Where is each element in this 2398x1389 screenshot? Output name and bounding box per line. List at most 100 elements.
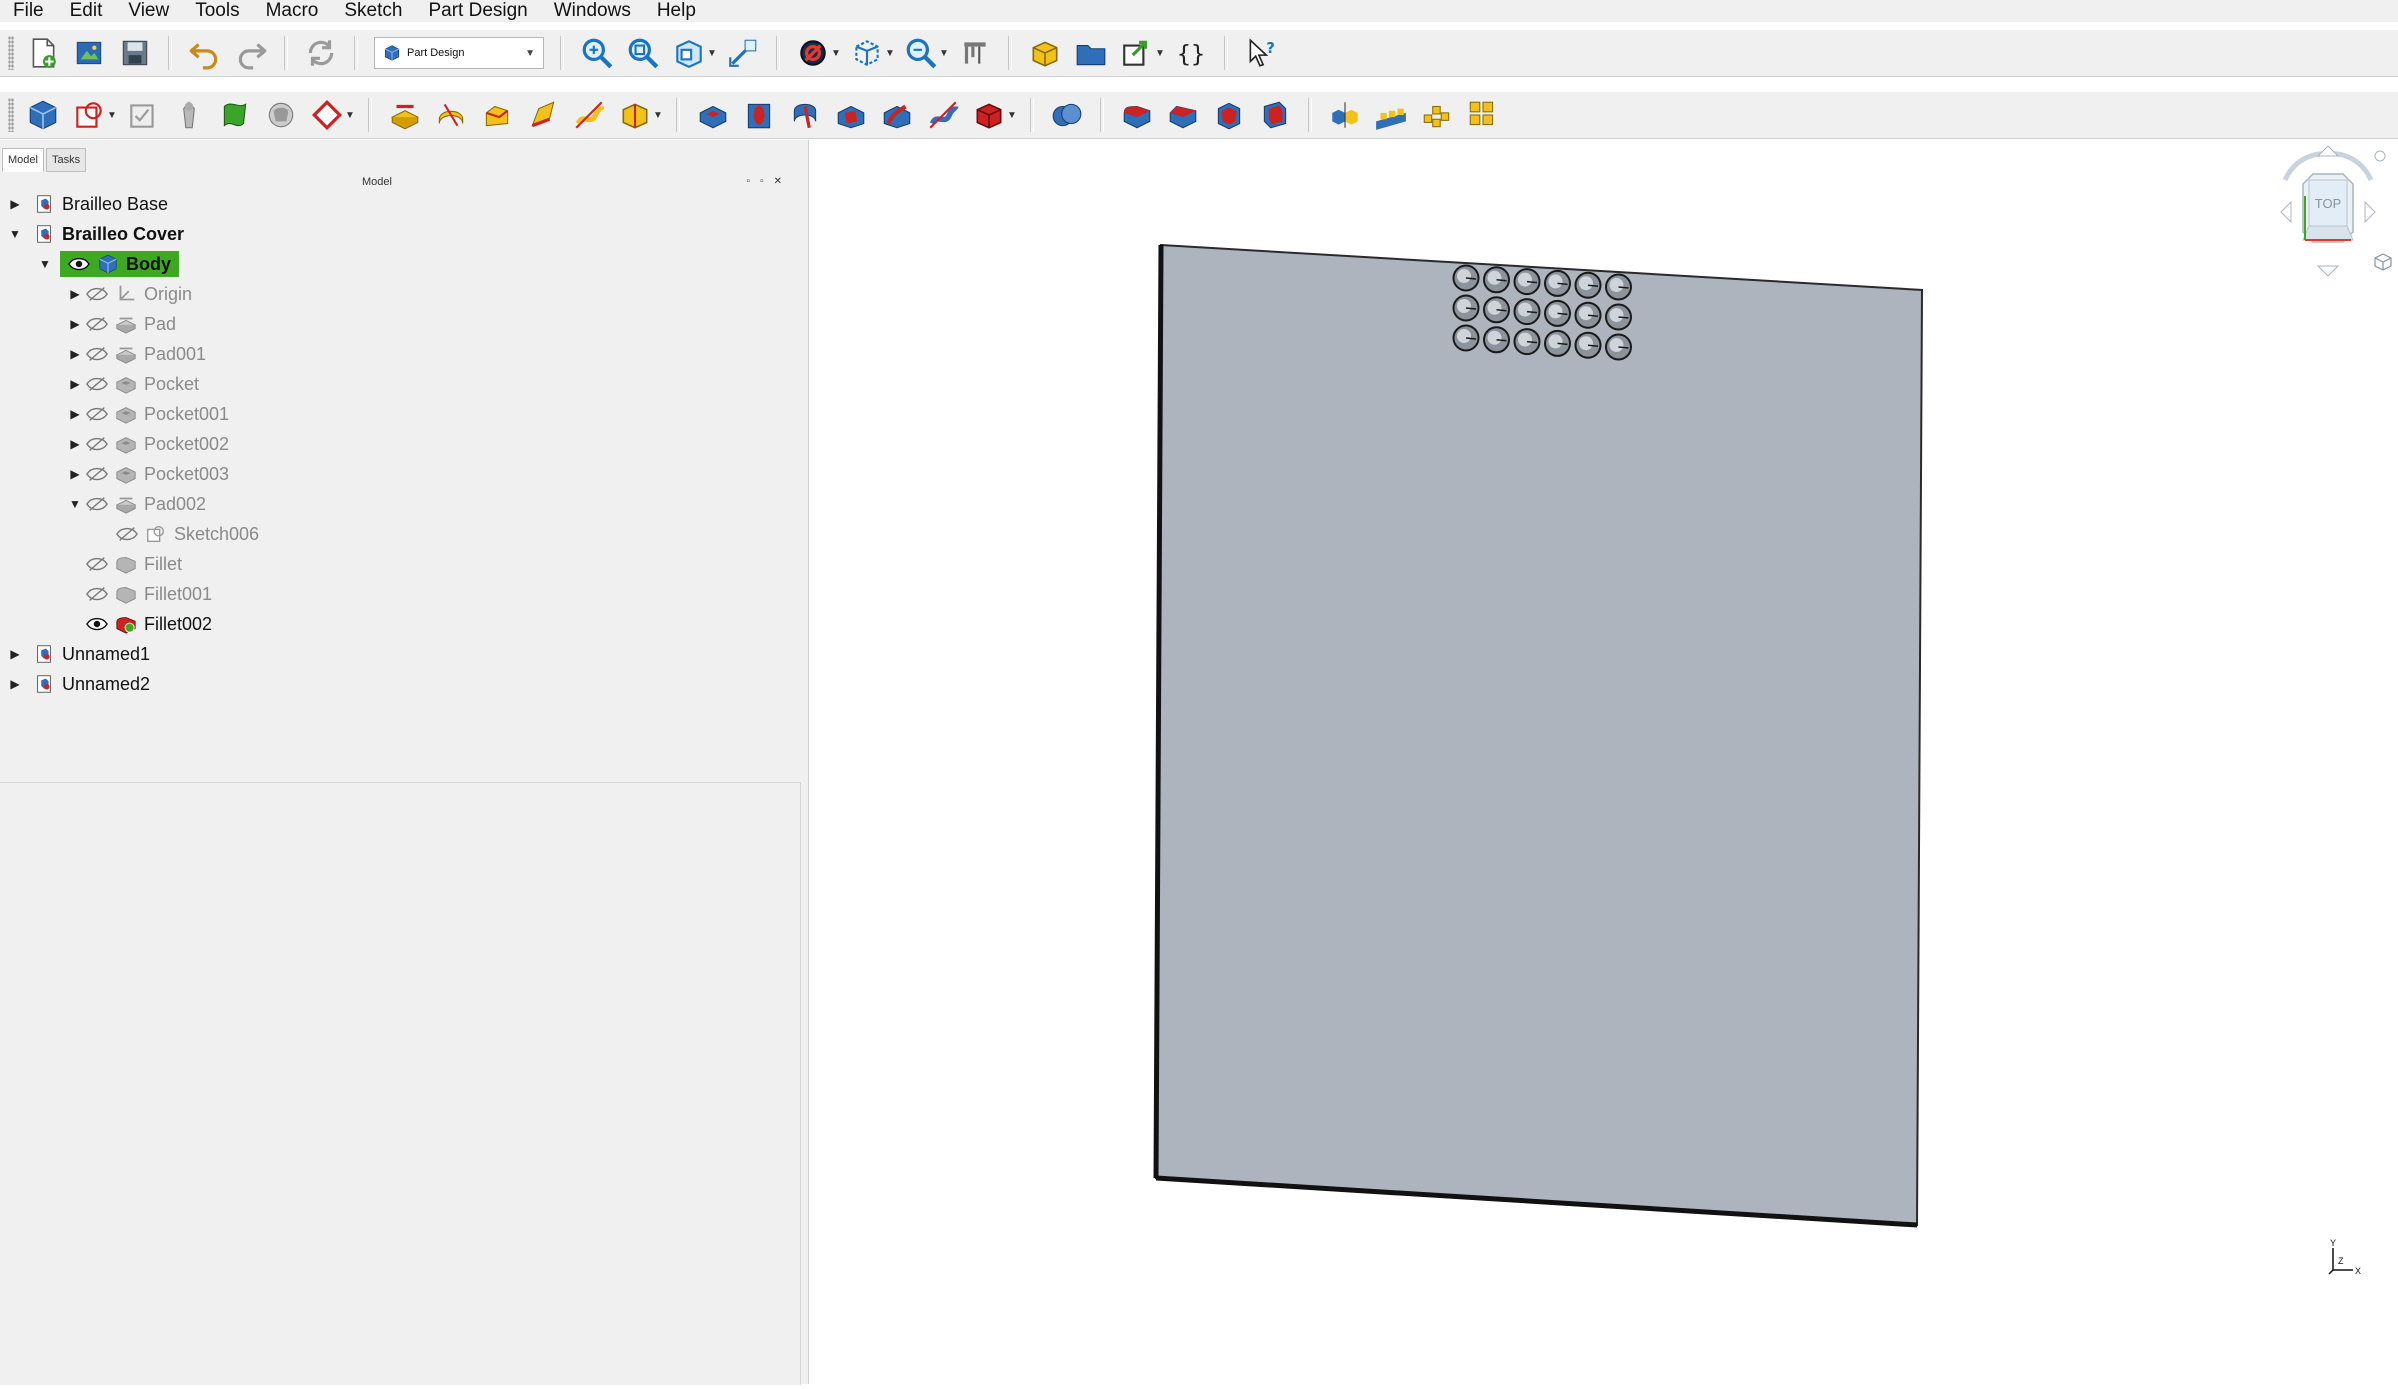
toolbar-grip[interactable] bbox=[8, 98, 14, 132]
eye-hidden-icon[interactable] bbox=[116, 526, 138, 542]
subtractive-pipe-button[interactable] bbox=[874, 93, 920, 137]
tree-item-pad001[interactable]: ▶ Pad001 bbox=[68, 340, 206, 368]
nav-left-arrow-icon[interactable] bbox=[2280, 200, 2292, 224]
chamfer-button[interactable] bbox=[1160, 93, 1206, 137]
float-icon[interactable]: ▫ bbox=[747, 176, 761, 187]
revolution-button[interactable] bbox=[428, 93, 474, 137]
expand-arrow-icon[interactable]: ▶ bbox=[68, 467, 82, 481]
tree-item-pocket003[interactable]: ▶ Pocket003 bbox=[68, 460, 229, 488]
eye-hidden-icon[interactable] bbox=[86, 586, 108, 602]
subtractive-helix-button[interactable] bbox=[920, 93, 966, 137]
polar-pattern-button[interactable] bbox=[1414, 93, 1460, 137]
chevron-down-icon[interactable]: ▼ bbox=[938, 31, 950, 75]
create-part-button[interactable] bbox=[1022, 31, 1068, 75]
menu-view[interactable]: View bbox=[115, 0, 182, 22]
tree-item-body[interactable]: ▼ Body bbox=[38, 250, 179, 278]
tree-item-fillet001[interactable]: Fillet001 bbox=[82, 580, 212, 608]
expand-arrow-icon[interactable]: ▶ bbox=[68, 317, 82, 331]
multitransform-button[interactable] bbox=[1460, 93, 1506, 137]
create-body-button[interactable] bbox=[20, 93, 66, 137]
tree-item-fillet002[interactable]: Fillet002 bbox=[82, 610, 212, 638]
eye-hidden-icon[interactable] bbox=[86, 286, 108, 302]
additive-pipe-button[interactable] bbox=[520, 93, 566, 137]
tree-item-brailleo-base[interactable]: ▶ Brailleo Base bbox=[8, 190, 168, 218]
expand-arrow-icon[interactable]: ▶ bbox=[8, 677, 22, 691]
mirrored-button[interactable] bbox=[1322, 93, 1368, 137]
tree-item-unnamed2[interactable]: ▶ Unnamed2 bbox=[8, 670, 150, 698]
eye-icon[interactable] bbox=[68, 256, 90, 272]
chevron-down-icon[interactable]: ▼ bbox=[106, 93, 118, 137]
measure-button[interactable] bbox=[720, 31, 766, 75]
pocket-button[interactable] bbox=[690, 93, 736, 137]
undo-button[interactable] bbox=[182, 31, 228, 75]
tree-item-unnamed1[interactable]: ▶ Unnamed1 bbox=[8, 640, 150, 668]
chevron-down-icon[interactable]: ▼ bbox=[344, 93, 356, 137]
open-document-button[interactable] bbox=[66, 31, 112, 75]
chevron-down-icon[interactable]: ▼ bbox=[1006, 93, 1018, 137]
eye-hidden-icon[interactable] bbox=[86, 436, 108, 452]
additive-helix-button[interactable] bbox=[566, 93, 612, 137]
menu-sketch[interactable]: Sketch bbox=[331, 0, 415, 22]
refresh-button[interactable] bbox=[298, 31, 344, 75]
create-group-button[interactable] bbox=[1068, 31, 1114, 75]
tree-item-origin[interactable]: ▶ Origin bbox=[68, 280, 192, 308]
menu-file[interactable]: File bbox=[0, 0, 57, 22]
3d-viewport[interactable]: TOP X Y Z bbox=[809, 140, 2398, 1384]
shape-binder-button[interactable] bbox=[212, 93, 258, 137]
close-icon[interactable]: ✕ bbox=[774, 176, 792, 187]
expand-arrow-icon[interactable]: ▶ bbox=[68, 347, 82, 361]
tree-item-pocket002[interactable]: ▶ Pocket002 bbox=[68, 430, 229, 458]
boolean-button[interactable] bbox=[1044, 93, 1090, 137]
tree-item-fillet[interactable]: Fillet bbox=[82, 550, 182, 578]
linear-pattern-button[interactable] bbox=[1368, 93, 1414, 137]
expand-arrow-icon[interactable]: ▶ bbox=[68, 407, 82, 421]
restore-icon[interactable]: ▫ bbox=[760, 176, 774, 187]
eye-hidden-icon[interactable] bbox=[86, 556, 108, 572]
nav-down-arrow-icon[interactable] bbox=[2316, 265, 2340, 277]
caliper-button[interactable] bbox=[952, 31, 998, 75]
menu-help[interactable]: Help bbox=[644, 0, 709, 22]
chevron-down-icon[interactable]: ▼ bbox=[830, 31, 842, 75]
eye-hidden-icon[interactable] bbox=[86, 466, 108, 482]
clone-button[interactable] bbox=[166, 93, 212, 137]
expand-arrow-icon[interactable]: ▶ bbox=[68, 287, 82, 301]
chevron-down-icon[interactable]: ▼ bbox=[1154, 31, 1166, 75]
fit-selection-button[interactable] bbox=[620, 31, 666, 75]
whats-this-button[interactable]: ? bbox=[1238, 31, 1284, 75]
menu-part-design[interactable]: Part Design bbox=[415, 0, 540, 22]
expand-arrow-icon[interactable]: ▶ bbox=[68, 377, 82, 391]
menu-edit[interactable]: Edit bbox=[57, 0, 116, 22]
eye-icon[interactable] bbox=[86, 616, 108, 632]
tree-item-pocket001[interactable]: ▶ Pocket001 bbox=[68, 400, 229, 428]
collapse-arrow-icon[interactable]: ▼ bbox=[8, 227, 22, 241]
nav-menu-icon[interactable] bbox=[2374, 150, 2386, 162]
draft-button[interactable] bbox=[1206, 93, 1252, 137]
additive-loft-button[interactable] bbox=[474, 93, 520, 137]
menu-windows[interactable]: Windows bbox=[541, 0, 644, 22]
workbench-selector[interactable]: Part Design ▼ bbox=[374, 37, 544, 69]
chevron-down-icon[interactable]: ▼ bbox=[706, 31, 718, 75]
tree-item-pad002[interactable]: ▼ Pad002 bbox=[68, 490, 206, 518]
navigation-cube[interactable]: TOP bbox=[2280, 145, 2392, 277]
eye-hidden-icon[interactable] bbox=[86, 316, 108, 332]
expand-arrow-icon[interactable]: ▶ bbox=[8, 197, 22, 211]
nav-up-arrow-icon[interactable] bbox=[2316, 145, 2340, 157]
fillet-button[interactable] bbox=[1114, 93, 1160, 137]
expand-arrow-icon[interactable]: ▶ bbox=[8, 647, 22, 661]
fit-all-button[interactable] bbox=[574, 31, 620, 75]
chevron-down-icon[interactable]: ▼ bbox=[652, 93, 664, 137]
validate-sketch-button[interactable] bbox=[120, 93, 166, 137]
eye-hidden-icon[interactable] bbox=[86, 346, 108, 362]
new-document-button[interactable] bbox=[20, 31, 66, 75]
collapse-arrow-icon[interactable]: ▼ bbox=[38, 257, 52, 271]
eye-hidden-icon[interactable] bbox=[86, 376, 108, 392]
nav-view-menu-cube-icon[interactable] bbox=[2374, 253, 2392, 271]
sub-shape-binder-button[interactable] bbox=[258, 93, 304, 137]
tree-item-brailleo-cover[interactable]: ▼ Brailleo Cover bbox=[8, 220, 184, 248]
eye-hidden-icon[interactable] bbox=[86, 496, 108, 512]
cover-plate[interactable] bbox=[1154, 243, 1924, 1227]
subtractive-loft-button[interactable] bbox=[828, 93, 874, 137]
pad-button[interactable] bbox=[382, 93, 428, 137]
tree-item-pad[interactable]: ▶ Pad bbox=[68, 310, 176, 338]
groove-button[interactable] bbox=[782, 93, 828, 137]
